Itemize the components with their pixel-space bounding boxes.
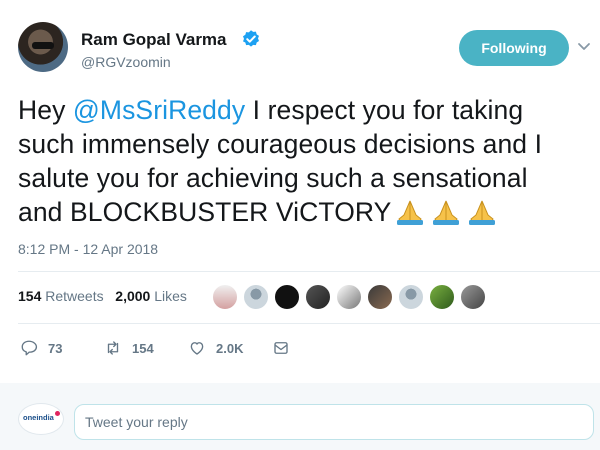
like-action[interactable]: 2.0K xyxy=(188,338,243,358)
tweet-text-before: Hey xyxy=(18,95,73,125)
logo-text: oneindia xyxy=(23,413,54,422)
reply-count: 73 xyxy=(48,340,63,356)
retweets-stat[interactable]: 154 Retweets xyxy=(18,288,104,304)
folded-hands-emoji-icon xyxy=(433,200,460,225)
liker-avatar[interactable] xyxy=(212,284,238,310)
liker-avatar[interactable] xyxy=(305,284,331,310)
folded-hands-emoji-icon xyxy=(469,200,496,225)
likes-label: Likes xyxy=(154,288,187,304)
retweet-icon xyxy=(107,341,119,355)
retweets-count: 154 xyxy=(18,288,42,304)
reply-input[interactable] xyxy=(74,404,594,440)
likes-count: 2,000 xyxy=(115,288,151,304)
retweets-label: Retweets xyxy=(45,288,104,304)
liker-avatar[interactable] xyxy=(367,284,393,310)
retweet-action[interactable]: 154 xyxy=(104,338,154,358)
like-count: 2.0K xyxy=(216,340,244,356)
liker-avatar[interactable] xyxy=(243,284,269,310)
verified-badge-icon xyxy=(243,30,259,47)
author-name[interactable]: Ram Gopal Varma xyxy=(81,30,227,50)
liker-avatar[interactable] xyxy=(274,284,300,310)
liker-avatar[interactable] xyxy=(398,284,424,310)
tweet-text: Hey @MsSriReddy I respect you for taking… xyxy=(18,93,578,229)
mention-link[interactable]: @MsSriReddy xyxy=(73,95,245,125)
tweet-stats: 154 Retweets 2,000 Likes xyxy=(18,288,187,304)
divider xyxy=(18,271,600,272)
heart-icon xyxy=(190,342,204,355)
liker-avatar[interactable] xyxy=(429,284,455,310)
folded-hands-emoji-icon xyxy=(397,200,424,225)
liker-avatar[interactable] xyxy=(460,284,486,310)
direct-message-action[interactable] xyxy=(272,338,300,358)
envelope-icon xyxy=(274,342,288,354)
chevron-down-icon[interactable] xyxy=(576,38,592,54)
tweet-timestamp[interactable]: 8:12 PM - 12 Apr 2018 xyxy=(18,241,158,257)
likes-stat[interactable]: 2,000 Likes xyxy=(115,288,187,304)
author-avatar[interactable] xyxy=(18,22,68,72)
retweet-count: 154 xyxy=(132,340,154,356)
following-button[interactable]: Following xyxy=(459,30,569,66)
liker-avatar[interactable] xyxy=(336,284,362,310)
reply-action[interactable]: 73 xyxy=(20,338,62,358)
author-handle[interactable]: @RGVzoomin xyxy=(81,54,171,70)
user-avatar-logo: oneindia xyxy=(18,403,64,435)
divider xyxy=(18,323,600,324)
reply-icon xyxy=(21,340,38,356)
emoji-group xyxy=(391,197,499,227)
logo-dot xyxy=(55,411,60,416)
